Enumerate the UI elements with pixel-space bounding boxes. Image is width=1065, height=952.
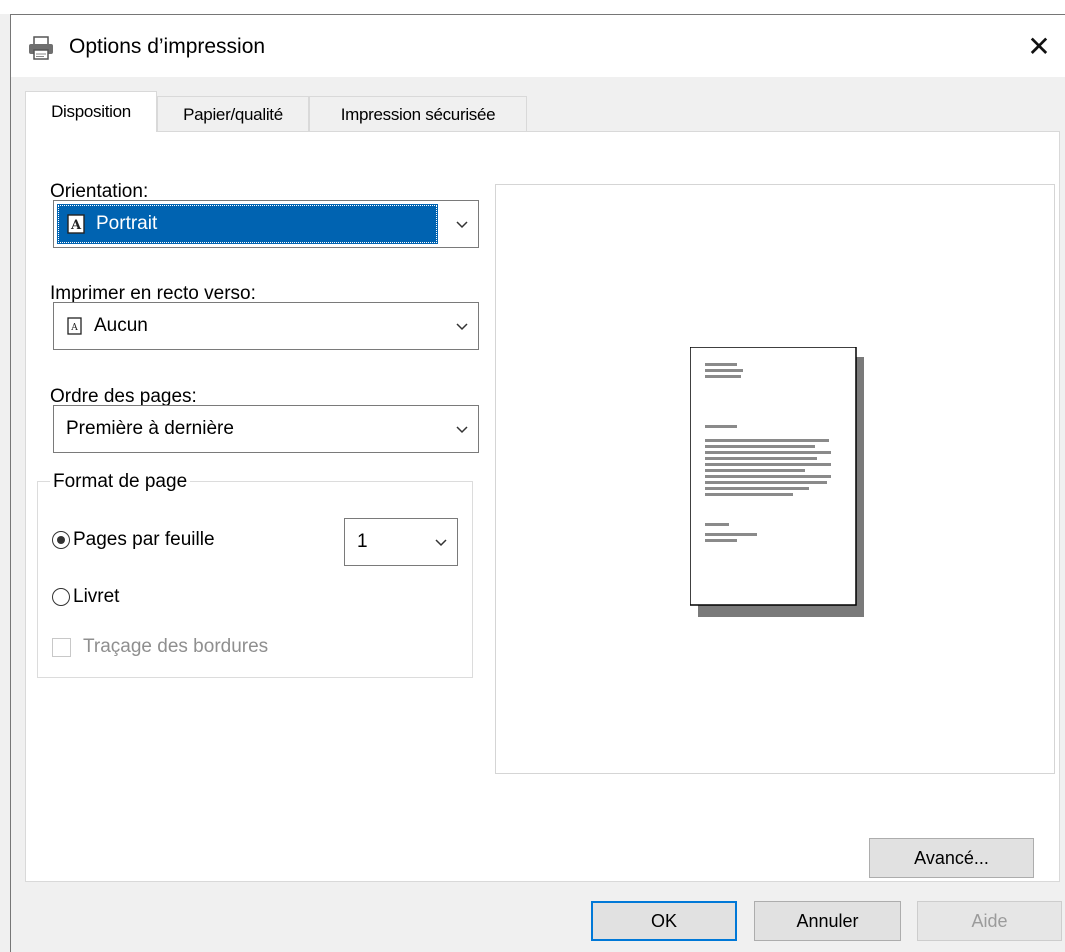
ok-button[interactable]: OK (591, 901, 737, 941)
pages-per-sheet-label[interactable]: Pages par feuille (73, 528, 215, 552)
tab-label: Papier/qualité (183, 104, 283, 124)
chevron-down-icon (435, 539, 447, 547)
portrait-page-icon: A (67, 214, 85, 234)
single-sided-page-icon: A (67, 317, 82, 335)
close-button[interactable]: ✕ (1013, 15, 1065, 77)
border-checkbox[interactable] (52, 638, 71, 657)
page-preview-image (690, 347, 864, 617)
orientation-value-text: Portrait (96, 213, 158, 234)
cancel-button[interactable]: Annuler (754, 901, 901, 941)
page-order-value: Première à dernière (66, 418, 234, 439)
tab-label: Impression sécurisée (340, 104, 496, 124)
tab-disposition[interactable]: Disposition (25, 91, 157, 132)
printer-icon (29, 36, 53, 60)
chevron-down-icon (456, 323, 468, 331)
booklet-label[interactable]: Livret (73, 585, 119, 609)
page-order-dropdown[interactable]: Première à dernière (53, 405, 479, 453)
duplex-value: A Aucun (66, 303, 148, 349)
page-preview (495, 184, 1055, 774)
background-strip (0, 0, 1065, 14)
svg-text:A: A (70, 323, 78, 333)
chevron-down-icon (456, 221, 468, 229)
duplex-value-text: Aucun (94, 315, 148, 336)
pages-per-sheet-radio[interactable] (52, 531, 70, 549)
chevron-down-icon (456, 426, 468, 434)
page-format-title: Format de page (50, 470, 191, 494)
title-bar: Options d’impression ✕ (11, 15, 1065, 77)
border-label: Traçage des bordures (83, 636, 269, 657)
tab-panel-disposition: Orientation: A Portrait Imprimer en rect… (25, 131, 1060, 882)
orientation-value: A Portrait (66, 201, 157, 247)
orientation-dropdown[interactable]: A Portrait (53, 200, 479, 248)
window-title: Options d’impression (69, 35, 266, 58)
help-button[interactable]: Aide (917, 901, 1062, 941)
pages-per-sheet-dropdown[interactable]: 1 (344, 518, 458, 566)
booklet-radio[interactable] (52, 588, 70, 606)
print-options-dialog: Options d’impression ✕ Disposition Papie… (10, 14, 1065, 952)
tab-secure-printing[interactable]: Impression sécurisée (309, 96, 527, 132)
duplex-dropdown[interactable]: A Aucun (53, 302, 479, 350)
pages-per-sheet-value: 1 (357, 531, 368, 552)
svg-text:A: A (70, 218, 82, 233)
tab-paper-quality[interactable]: Papier/qualité (157, 96, 309, 132)
close-icon: ✕ (1027, 30, 1051, 62)
tab-label: Disposition (51, 102, 131, 121)
advanced-button[interactable]: Avancé... (869, 838, 1034, 878)
